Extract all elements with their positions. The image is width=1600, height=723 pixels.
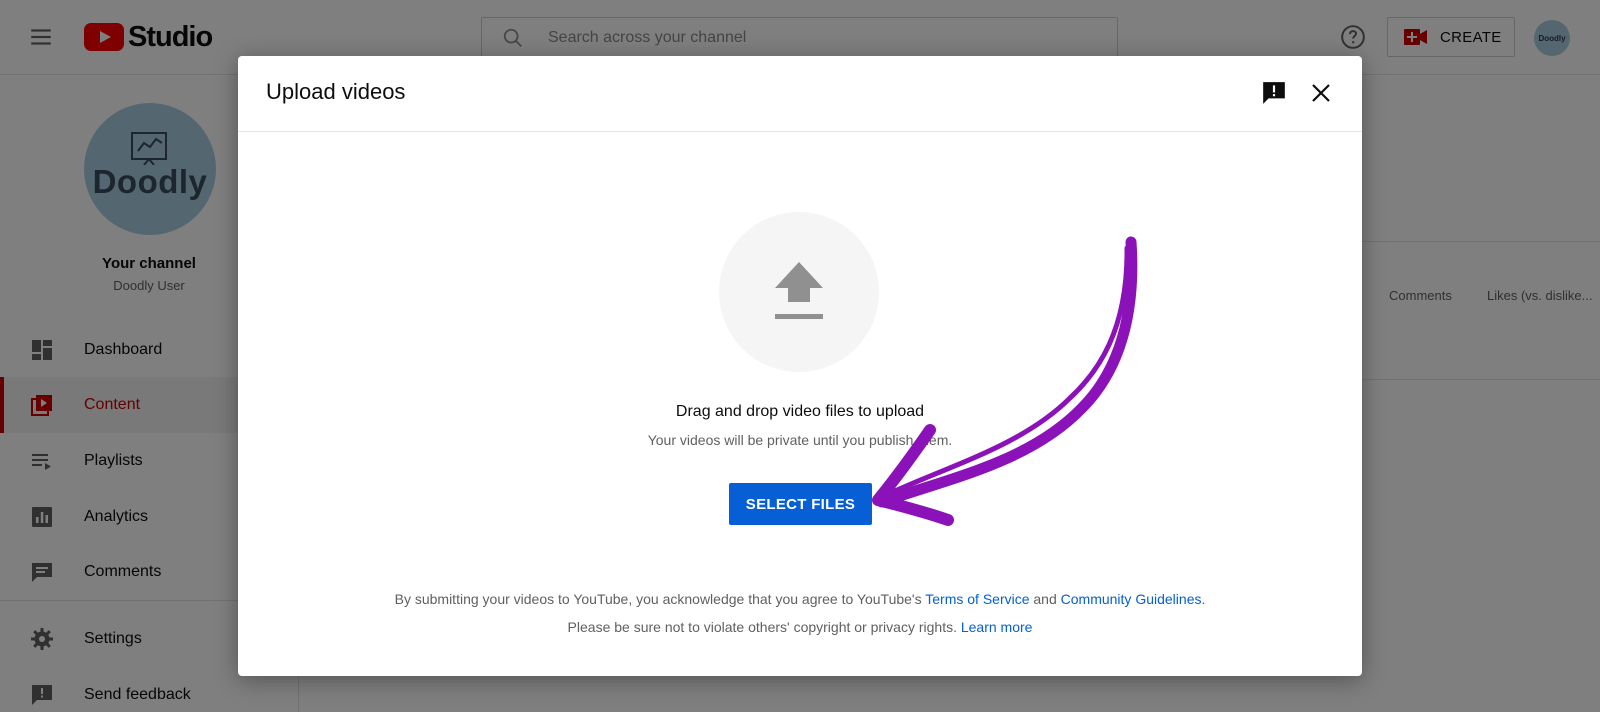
drag-drop-title: Drag and drop video files to upload — [675, 403, 925, 420]
copyright-notice-text: Please be sure not to violate others' co… — [567, 619, 961, 635]
feedback-icon[interactable] — [1261, 80, 1287, 106]
terms-of-service-link[interactable]: Terms of Service — [925, 591, 1029, 607]
period-text: . — [1201, 591, 1206, 607]
studio-app: Studio CREATE Doodly — [0, 0, 1600, 712]
community-guidelines-link[interactable]: Community Guidelines — [1061, 591, 1202, 607]
upload-dropzone[interactable] — [719, 212, 879, 372]
close-icon[interactable] — [1309, 81, 1333, 105]
dialog-title: Upload videos — [266, 79, 406, 104]
learn-more-link[interactable]: Learn more — [961, 619, 1033, 635]
dialog-header: Upload videos — [238, 56, 1362, 132]
terms-notice-text: By submitting your videos to YouTube, yo… — [394, 591, 926, 607]
select-files-button[interactable]: SELECT FILES — [729, 483, 872, 525]
terms-notice: By submitting your videos to YouTube, yo… — [238, 591, 1362, 607]
upload-dialog: Upload videos Drag and drop video files … — [238, 56, 1362, 676]
and-text: and — [1029, 591, 1061, 607]
upload-icon — [775, 262, 823, 319]
copyright-notice: Please be sure not to violate others' co… — [238, 619, 1362, 635]
drag-drop-subtitle: Your videos will be private until you pu… — [647, 432, 953, 448]
